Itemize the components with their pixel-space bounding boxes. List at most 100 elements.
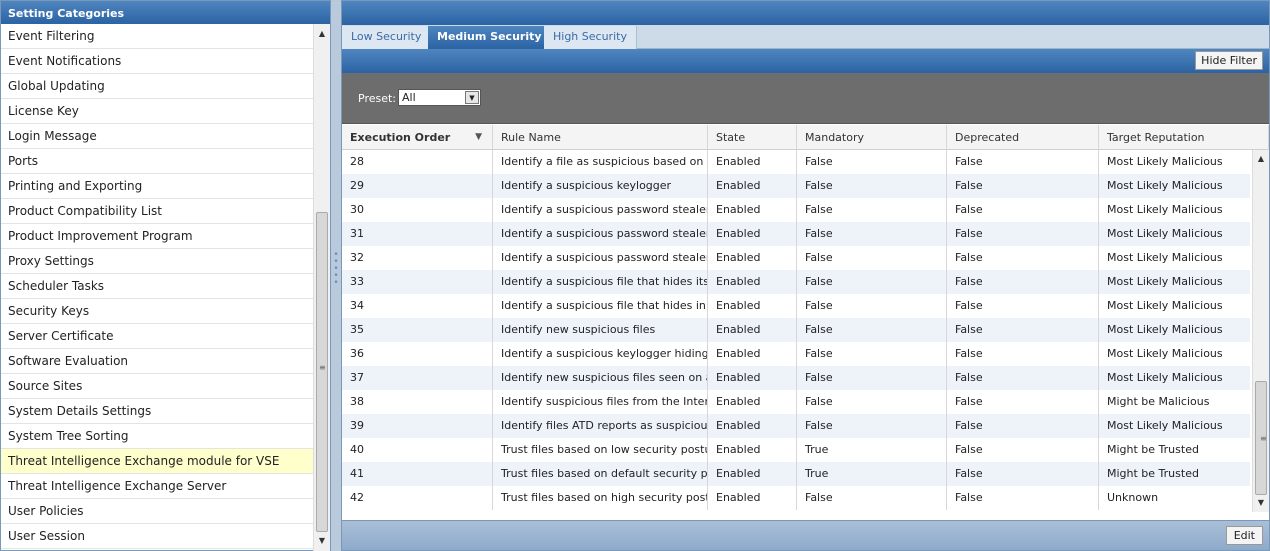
table-cell: 35 — [342, 318, 493, 342]
category-item[interactable]: Ports — [1, 149, 314, 174]
chevron-down-icon[interactable]: ▼ — [465, 91, 479, 104]
table-cell: Enabled — [708, 222, 797, 246]
category-item[interactable]: Threat Intelligence Exchange Server — [1, 474, 314, 499]
category-item[interactable]: Event Filtering — [1, 24, 314, 49]
table-cell: 36 — [342, 342, 493, 366]
column-header[interactable]: Deprecated — [947, 125, 1099, 150]
scroll-down-icon[interactable]: ▼ — [314, 533, 330, 549]
table-row[interactable]: 42 Trust files based on high security pos… — [342, 486, 1250, 510]
table-row[interactable]: 36 Identify a suspicious keylogger hiding… — [342, 342, 1250, 366]
table-cell: False — [797, 366, 947, 390]
table-cell: Enabled — [708, 438, 797, 462]
category-item[interactable]: Scheduler Tasks — [1, 274, 314, 299]
table-cell: False — [797, 270, 947, 294]
category-item[interactable]: Global Updating — [1, 74, 314, 99]
preset-select[interactable]: All ▼ — [398, 89, 481, 106]
table-cell: Unknown — [1099, 486, 1250, 510]
table-cell: False — [947, 222, 1099, 246]
preset-label: Preset: — [358, 92, 397, 105]
table-row[interactable]: 31 Identify a suspicious password stealer… — [342, 222, 1250, 246]
category-item[interactable]: Product Improvement Program — [1, 224, 314, 249]
table-row[interactable]: 37 Identify new suspicious files seen on … — [342, 366, 1250, 390]
hide-filter-button[interactable]: Hide Filter — [1195, 51, 1263, 70]
table-cell: Most Likely Malicious — [1099, 246, 1250, 270]
table-cell: Identify a suspicious password stealer (… — [493, 222, 708, 246]
table-cell: True — [797, 462, 947, 486]
category-item[interactable]: User Policies — [1, 499, 314, 524]
table-cell: Enabled — [708, 342, 797, 366]
panel-splitter[interactable]: • • • • • — [331, 0, 341, 551]
scroll-down-icon[interactable]: ▼ — [1253, 496, 1269, 510]
table-row[interactable]: 30 Identify a suspicious password stealer… — [342, 198, 1250, 222]
scroll-up-icon[interactable]: ▲ — [1253, 152, 1269, 166]
table-cell: 42 — [342, 486, 493, 510]
table-cell: Trust files based on high security postu… — [493, 486, 708, 510]
preset-value: All — [402, 91, 416, 104]
table-cell: 31 — [342, 222, 493, 246]
scroll-thumb[interactable]: ≡ — [1255, 381, 1267, 495]
column-header[interactable]: Mandatory — [797, 125, 947, 150]
table-cell: False — [947, 462, 1099, 486]
table-cell: Most Likely Malicious — [1099, 198, 1250, 222]
category-item[interactable]: Source Sites — [1, 374, 314, 399]
table-scrollbar[interactable]: ▲ ≡ ▼ — [1252, 150, 1269, 512]
table-cell: 34 — [342, 294, 493, 318]
table-cell: Enabled — [708, 414, 797, 438]
table-row[interactable]: 34 Identify a suspicious file that hides … — [342, 294, 1250, 318]
column-header-label: Deprecated — [955, 131, 1020, 144]
table-cell: Enabled — [708, 174, 797, 198]
table-cell: True — [797, 438, 947, 462]
category-item[interactable]: Threat Intelligence Exchange module for … — [1, 449, 314, 474]
table-cell: False — [797, 414, 947, 438]
category-scrollbar[interactable]: ▲ ≡ ▼ — [313, 24, 330, 551]
scroll-up-icon[interactable]: ▲ — [314, 26, 330, 42]
category-item[interactable]: License Key — [1, 99, 314, 124]
category-item[interactable]: Security Keys — [1, 299, 314, 324]
category-item[interactable]: Event Notifications — [1, 49, 314, 74]
category-item[interactable]: System Tree Sorting — [1, 424, 314, 449]
table-cell: Trust files based on low security postur… — [493, 438, 708, 462]
table-cell: Might be Malicious — [1099, 390, 1250, 414]
category-item[interactable]: Software Evaluation — [1, 349, 314, 374]
category-item[interactable]: User Session — [1, 524, 314, 549]
table-row[interactable]: 33 Identify a suspicious file that hides … — [342, 270, 1250, 294]
security-tabs: Low Security Medium Security High Securi… — [342, 25, 1269, 49]
table-row[interactable]: 32 Identify a suspicious password stealer… — [342, 246, 1250, 270]
edit-button[interactable]: Edit — [1225, 526, 1263, 545]
category-item[interactable]: Login Message — [1, 124, 314, 149]
table-row[interactable]: 28 Identify a file as suspicious based on… — [342, 150, 1250, 174]
table-cell: False — [797, 294, 947, 318]
column-header[interactable]: Target Reputation — [1099, 125, 1269, 150]
table-row[interactable]: 40 Trust files based on low security post… — [342, 438, 1250, 462]
table-cell: False — [797, 222, 947, 246]
table-row[interactable]: 39 Identify files ATD reports as suspicio… — [342, 414, 1250, 438]
category-item[interactable]: Product Compatibility List — [1, 199, 314, 224]
table-row[interactable]: 35 Identify new suspicious files Enabled Fa… — [342, 318, 1250, 342]
table-cell: 37 — [342, 366, 493, 390]
table-cell: False — [947, 150, 1099, 174]
table-cell: Identify a suspicious password stealer (… — [493, 198, 708, 222]
tab-low-security[interactable]: Low Security — [342, 26, 432, 49]
column-header[interactable]: State — [708, 125, 797, 150]
table-cell: Identify a suspicious password stealer — [493, 246, 708, 270]
scroll-thumb[interactable]: ≡ — [316, 212, 328, 532]
table-cell: False — [797, 246, 947, 270]
table-cell: False — [797, 318, 947, 342]
tab-medium-security[interactable]: Medium Security — [428, 26, 552, 49]
table-cell: False — [797, 174, 947, 198]
sort-descending-icon[interactable]: ▼ — [475, 125, 482, 150]
table-cell: False — [947, 414, 1099, 438]
category-item[interactable]: Server Certificate — [1, 324, 314, 349]
table-row[interactable]: 41 Trust files based on default security … — [342, 462, 1250, 486]
column-header[interactable]: Execution Order ▼ — [342, 125, 493, 150]
filter-toolbar: Hide Filter — [342, 49, 1269, 73]
table-cell: False — [797, 486, 947, 510]
category-item[interactable]: System Details Settings — [1, 399, 314, 424]
table-row[interactable]: 29 Identify a suspicious keylogger Enabled… — [342, 174, 1250, 198]
tab-high-security[interactable]: High Security — [544, 26, 637, 49]
table-cell: False — [947, 318, 1099, 342]
category-item[interactable]: Proxy Settings — [1, 249, 314, 274]
column-header[interactable]: Rule Name — [493, 125, 708, 150]
table-row[interactable]: 38 Identify suspicious files from the Int… — [342, 390, 1250, 414]
category-item[interactable]: Printing and Exporting — [1, 174, 314, 199]
